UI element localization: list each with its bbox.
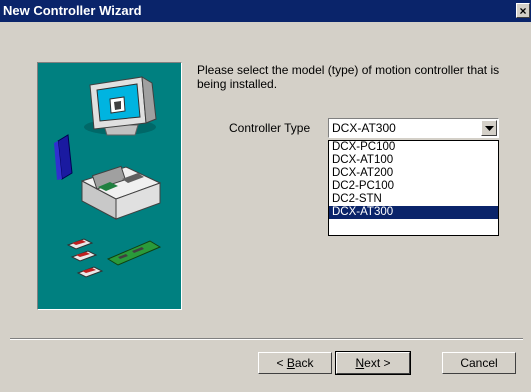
back-rest: ack [294,356,314,370]
title-bar: New Controller Wizard × [0,0,531,22]
controller-type-combobox[interactable]: DCX-AT300 [328,118,499,138]
dropdown-arrow-button[interactable] [481,120,497,136]
close-icon[interactable]: × [516,3,530,18]
controller-type-label: Controller Type [229,121,311,135]
cancel-button[interactable]: Cancel [442,352,516,374]
next-button[interactable]: Next > [335,351,411,375]
wizard-illustration [37,62,182,310]
dropdown-option[interactable]: DCX-AT200 [329,167,498,180]
back-prefix: < [276,356,287,370]
combobox-value: DCX-AT300 [332,121,396,135]
dropdown-option[interactable]: DC2-STN [329,193,498,206]
dropdown-option[interactable]: DCX-AT100 [329,154,498,167]
controller-type-dropdown: DCX-PC100 DCX-AT100 DCX-AT200 DC2-PC100 … [328,140,499,236]
dropdown-option[interactable]: DC2-PC100 [329,180,498,193]
instruction-text: Please select the model (type) of motion… [197,63,500,91]
button-separator [10,338,523,340]
window-title: New Controller Wizard [3,3,142,18]
back-button[interactable]: < Back [258,352,332,374]
dropdown-option[interactable]: DCX-PC100 [329,141,498,154]
next-rest: ext > [364,356,391,370]
wizard-window: New Controller Wizard × Please select th… [0,0,531,392]
chevron-down-icon [485,126,494,131]
dropdown-option-selected[interactable]: DCX-AT300 [329,206,498,219]
next-mnemonic: N [355,356,365,370]
back-mnemonic: B [286,356,295,370]
